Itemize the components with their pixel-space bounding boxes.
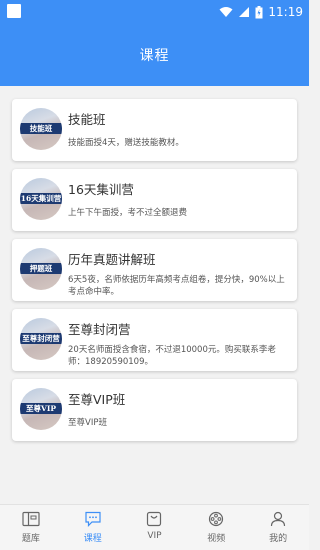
course-description: 20天名师面授含食宿，不过退10000元。购买联系李老师：18920590109…	[68, 345, 276, 367]
course-chat-icon	[85, 511, 101, 527]
tab-video[interactable]: 视频	[185, 505, 247, 550]
course-card-closed-camp[interactable]: 至尊封闭营 至尊封闭营 20天名师面授含食宿，不过退10000元。购买联系李老师…	[12, 309, 297, 371]
course-title: 至尊VIP班	[68, 392, 126, 407]
course-description: 上午下午面授，考不过全额退费	[68, 208, 188, 218]
course-title: 技能班	[68, 112, 106, 127]
wifi-icon	[219, 7, 233, 17]
course-card-16day-camp[interactable]: 16天集训营 16天集训营 上午下午面授，考不过全额退费	[12, 169, 297, 231]
app-header: 课程	[0, 24, 309, 86]
tab-vip[interactable]: VIP	[124, 505, 186, 550]
signal-icon	[239, 7, 250, 17]
page-title: 课程	[139, 48, 170, 64]
course-description: 至尊VIP班	[68, 418, 107, 428]
course-card-vip[interactable]: 至尊VIP 至尊VIP班 至尊VIP班	[12, 379, 297, 441]
course-description: 技能面授4天，赠送技能教材。	[68, 138, 184, 148]
course-thumbnail: 16天集训营	[20, 178, 62, 220]
course-title: 历年真题讲解班	[68, 252, 156, 267]
profile-icon	[270, 511, 286, 527]
bottom-tab-bar: 题库 课程 VIP 视频 我的	[0, 504, 309, 550]
notification-icon	[7, 4, 21, 18]
vip-bag-icon	[147, 511, 162, 527]
question-bank-icon	[22, 511, 40, 527]
course-thumbnail: 押题班	[20, 248, 62, 290]
course-title: 至尊封闭营	[68, 322, 131, 337]
tab-course[interactable]: 课程	[62, 505, 124, 550]
course-thumbnail: 至尊封闭营	[20, 318, 62, 360]
course-description: 6天5夜，名师依据历年高频考点组卷，提分快，90%以上考点命中率。	[68, 275, 285, 297]
course-title: 16天集训营	[68, 182, 134, 197]
video-film-icon	[209, 511, 224, 527]
battery-icon	[255, 5, 263, 18]
tab-profile[interactable]: 我的	[247, 505, 309, 550]
tab-question-bank[interactable]: 题库	[0, 505, 62, 550]
course-thumbnail: 至尊VIP	[20, 388, 62, 430]
status-bar: 11:19	[0, 0, 309, 24]
course-thumbnail: 技能班	[20, 108, 62, 150]
status-time: 11:19	[268, 5, 303, 19]
course-card-past-exams[interactable]: 押题班 历年真题讲解班 6天5夜，名师依据历年高频考点组卷，提分快，90%以上考…	[12, 239, 297, 301]
course-card-skills[interactable]: 技能班 技能班 技能面授4天，赠送技能教材。	[12, 99, 297, 161]
